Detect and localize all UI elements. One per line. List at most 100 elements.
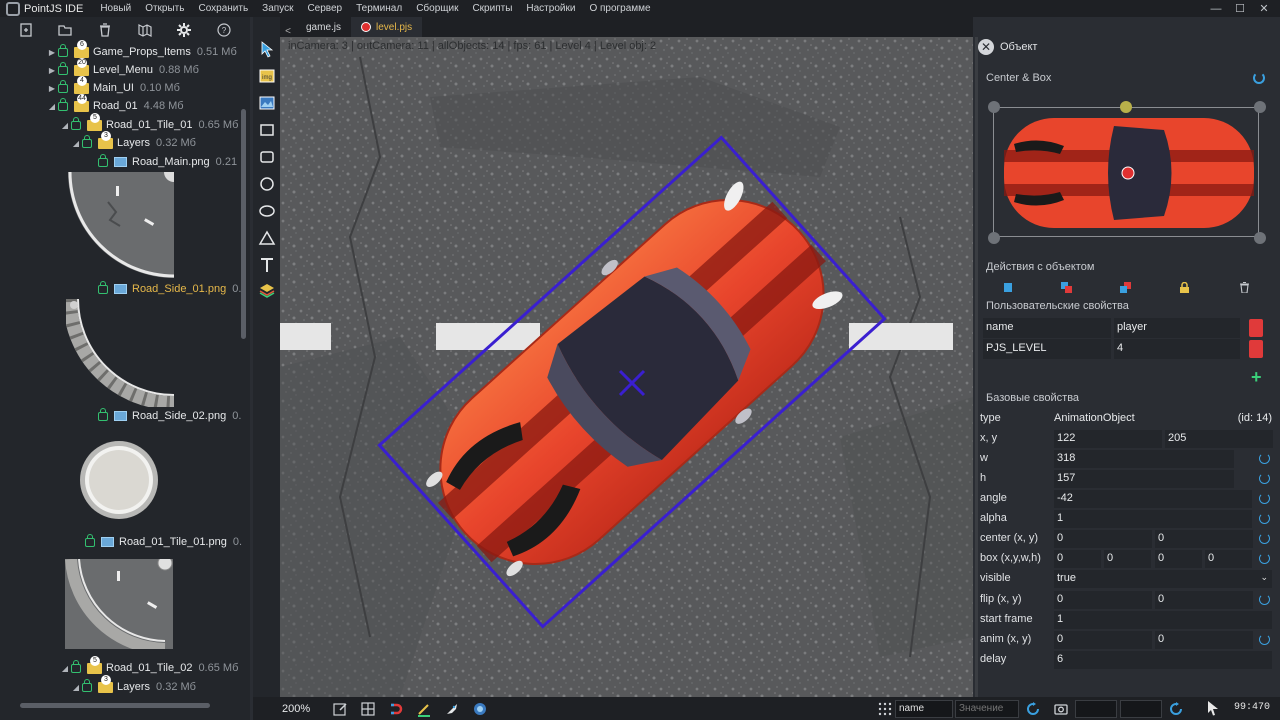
h-input[interactable]: 157 — [1054, 470, 1234, 488]
custom-prop-value[interactable]: player — [1114, 318, 1240, 338]
close-window-button[interactable]: ✕ — [1252, 2, 1276, 15]
triangle-tool-icon[interactable] — [258, 229, 276, 247]
box-w-input[interactable]: 0 — [1155, 550, 1202, 568]
tree-folder-road-01-tile-02[interactable]: ◢ 5 Road_01_Tile_02 0.65 Мб — [59, 655, 238, 677]
image-tool-icon[interactable]: img — [258, 67, 276, 85]
box-reset-icon[interactable] — [1259, 553, 1270, 564]
anim-x-input[interactable]: 0 — [1054, 631, 1152, 649]
tree-file-road-side-01[interactable]: Road_Side_01.png 0. — [98, 280, 241, 298]
menu-scripts[interactable]: Скрипты — [465, 3, 519, 14]
lock-icon[interactable] — [98, 407, 108, 421]
center-reset-icon[interactable] — [1259, 533, 1270, 544]
expand-arrow-icon[interactable]: ▶ — [46, 48, 58, 57]
flip-x-input[interactable]: 0 — [1054, 591, 1152, 609]
rocket-icon[interactable] — [444, 701, 460, 717]
flip-reset-icon[interactable] — [1259, 594, 1270, 605]
y-input[interactable]: 205 — [1165, 430, 1273, 448]
camera-refresh-icon[interactable] — [1168, 701, 1184, 717]
menu-terminal[interactable]: Терминал — [349, 3, 409, 14]
w-reset-icon[interactable] — [1259, 453, 1270, 464]
layers-tool-icon[interactable] — [258, 281, 276, 299]
copy-icon[interactable] — [1003, 282, 1014, 293]
rounded-rect-tool-icon[interactable] — [258, 148, 276, 166]
select-tool-icon[interactable] — [258, 40, 276, 58]
visible-select[interactable]: true — [1054, 570, 1272, 588]
gear-icon[interactable] — [176, 22, 192, 38]
picture-tool-icon[interactable] — [258, 94, 276, 112]
new-file-icon[interactable] — [18, 22, 34, 38]
tree-folder-layers-2[interactable]: ◢ 3 Layers 0.32 Мб — [70, 674, 196, 696]
resize-handle-top-right[interactable] — [1254, 101, 1266, 113]
collapse-arrow-icon[interactable]: ◢ — [59, 664, 71, 673]
camera-x-input[interactable] — [1075, 699, 1117, 718]
lock-icon[interactable] — [98, 280, 108, 294]
delete-object-icon[interactable] — [1239, 282, 1250, 293]
dots-grid-icon[interactable] — [877, 701, 893, 717]
ellipse-tool-icon[interactable] — [258, 202, 276, 220]
minimize-button[interactable]: — — [1204, 3, 1228, 15]
road-side-01-thumbnail[interactable] — [66, 299, 174, 407]
expand-arrow-icon[interactable]: ▶ — [46, 66, 58, 75]
lock-icon[interactable] — [71, 116, 81, 130]
tree-folder-road-01[interactable]: ◢ 44 Road_01 4.48 Мб — [46, 93, 184, 115]
flip-y-input[interactable]: 0 — [1155, 591, 1253, 609]
delete-icon[interactable] — [97, 22, 113, 38]
circle-tool-icon[interactable] — [258, 175, 276, 193]
box-x-input[interactable]: 0 — [1054, 550, 1101, 568]
center-x-input[interactable]: 0 — [1054, 530, 1152, 548]
text-tool-icon[interactable] — [258, 256, 276, 274]
duplicate-icon[interactable] — [1061, 282, 1072, 293]
refresh-icon[interactable] — [1025, 701, 1041, 717]
road-main-thumbnail[interactable] — [68, 172, 174, 278]
search-key-input[interactable] — [895, 699, 953, 718]
menu-save[interactable]: Сохранить — [191, 3, 255, 14]
collapse-arrow-icon[interactable]: ◢ — [70, 139, 82, 148]
close-panel-button[interactable]: ✕ — [978, 39, 994, 55]
level-canvas[interactable] — [280, 37, 973, 697]
delete-prop-icon[interactable] — [1249, 319, 1263, 337]
search-value-input[interactable] — [955, 699, 1019, 718]
resize-handle-bottom-right[interactable] — [1254, 232, 1266, 244]
anim-y-input[interactable]: 0 — [1155, 631, 1253, 649]
tree-folder-game-props[interactable]: ▶ 6 Game_Props_Items 0.51 Мб — [46, 39, 237, 61]
menu-open[interactable]: Открыть — [138, 3, 191, 14]
x-input[interactable]: 122 — [1054, 430, 1162, 448]
add-prop-button[interactable]: + — [1251, 367, 1262, 388]
angle-reset-icon[interactable] — [1259, 493, 1270, 504]
object-preview[interactable] — [993, 107, 1259, 237]
new-folder-icon[interactable] — [57, 22, 73, 38]
alpha-input[interactable]: 1 — [1054, 510, 1252, 528]
delete-prop-icon[interactable] — [1249, 340, 1263, 358]
lock-icon[interactable] — [82, 678, 92, 692]
help-icon[interactable]: ? — [216, 22, 232, 38]
tree-folder-layers[interactable]: ◢ 3 Layers 0.32 Мб — [70, 130, 196, 152]
maximize-button[interactable]: ☐ — [1228, 2, 1252, 15]
box-h-input[interactable]: 0 — [1205, 550, 1252, 568]
road-tile-thumbnail[interactable] — [65, 559, 173, 649]
lock-icon[interactable] — [85, 533, 95, 547]
lock-icon[interactable] — [71, 659, 81, 673]
tab-game-js[interactable]: game.js — [296, 17, 351, 37]
edit-icon[interactable] — [332, 701, 348, 717]
tree-file-road-side-02[interactable]: Road_Side_02.png 0. — [98, 407, 241, 425]
zoom-level[interactable]: 200% — [282, 703, 326, 715]
lock-icon[interactable] — [82, 134, 92, 148]
menu-new[interactable]: Новый — [93, 3, 138, 14]
menu-server[interactable]: Сервер — [300, 3, 349, 14]
tab-level-pjs[interactable]: level.pjs — [351, 17, 423, 37]
tree-folder-level-menu[interactable]: ▶ 20 Level_Menu 0.88 Мб — [46, 57, 199, 79]
tree-folder-road-01-tile-01[interactable]: ◢ 5 Road_01_Tile_01 0.65 Мб — [59, 112, 238, 134]
tree-folder-main-ui[interactable]: ▶ 4 Main_UI 0.10 Мб — [46, 75, 180, 97]
map-icon[interactable] — [137, 22, 153, 38]
lock-icon[interactable] — [58, 79, 68, 93]
tree-file-road-main[interactable]: Road_Main.png 0.21 — [98, 153, 237, 171]
box-y-input[interactable]: 0 — [1104, 550, 1151, 568]
camera-icon[interactable] — [1053, 701, 1069, 717]
grid-icon[interactable] — [360, 701, 376, 717]
custom-prop-value[interactable]: 4 — [1114, 339, 1240, 359]
custom-prop-key[interactable]: PJS_LEVEL — [983, 339, 1111, 359]
chevron-down-icon[interactable]: ⌄ — [1260, 572, 1268, 583]
road-side-02-thumbnail[interactable] — [78, 439, 160, 521]
lock-icon[interactable] — [58, 43, 68, 57]
center-box-refresh-icon[interactable] — [1253, 72, 1265, 84]
